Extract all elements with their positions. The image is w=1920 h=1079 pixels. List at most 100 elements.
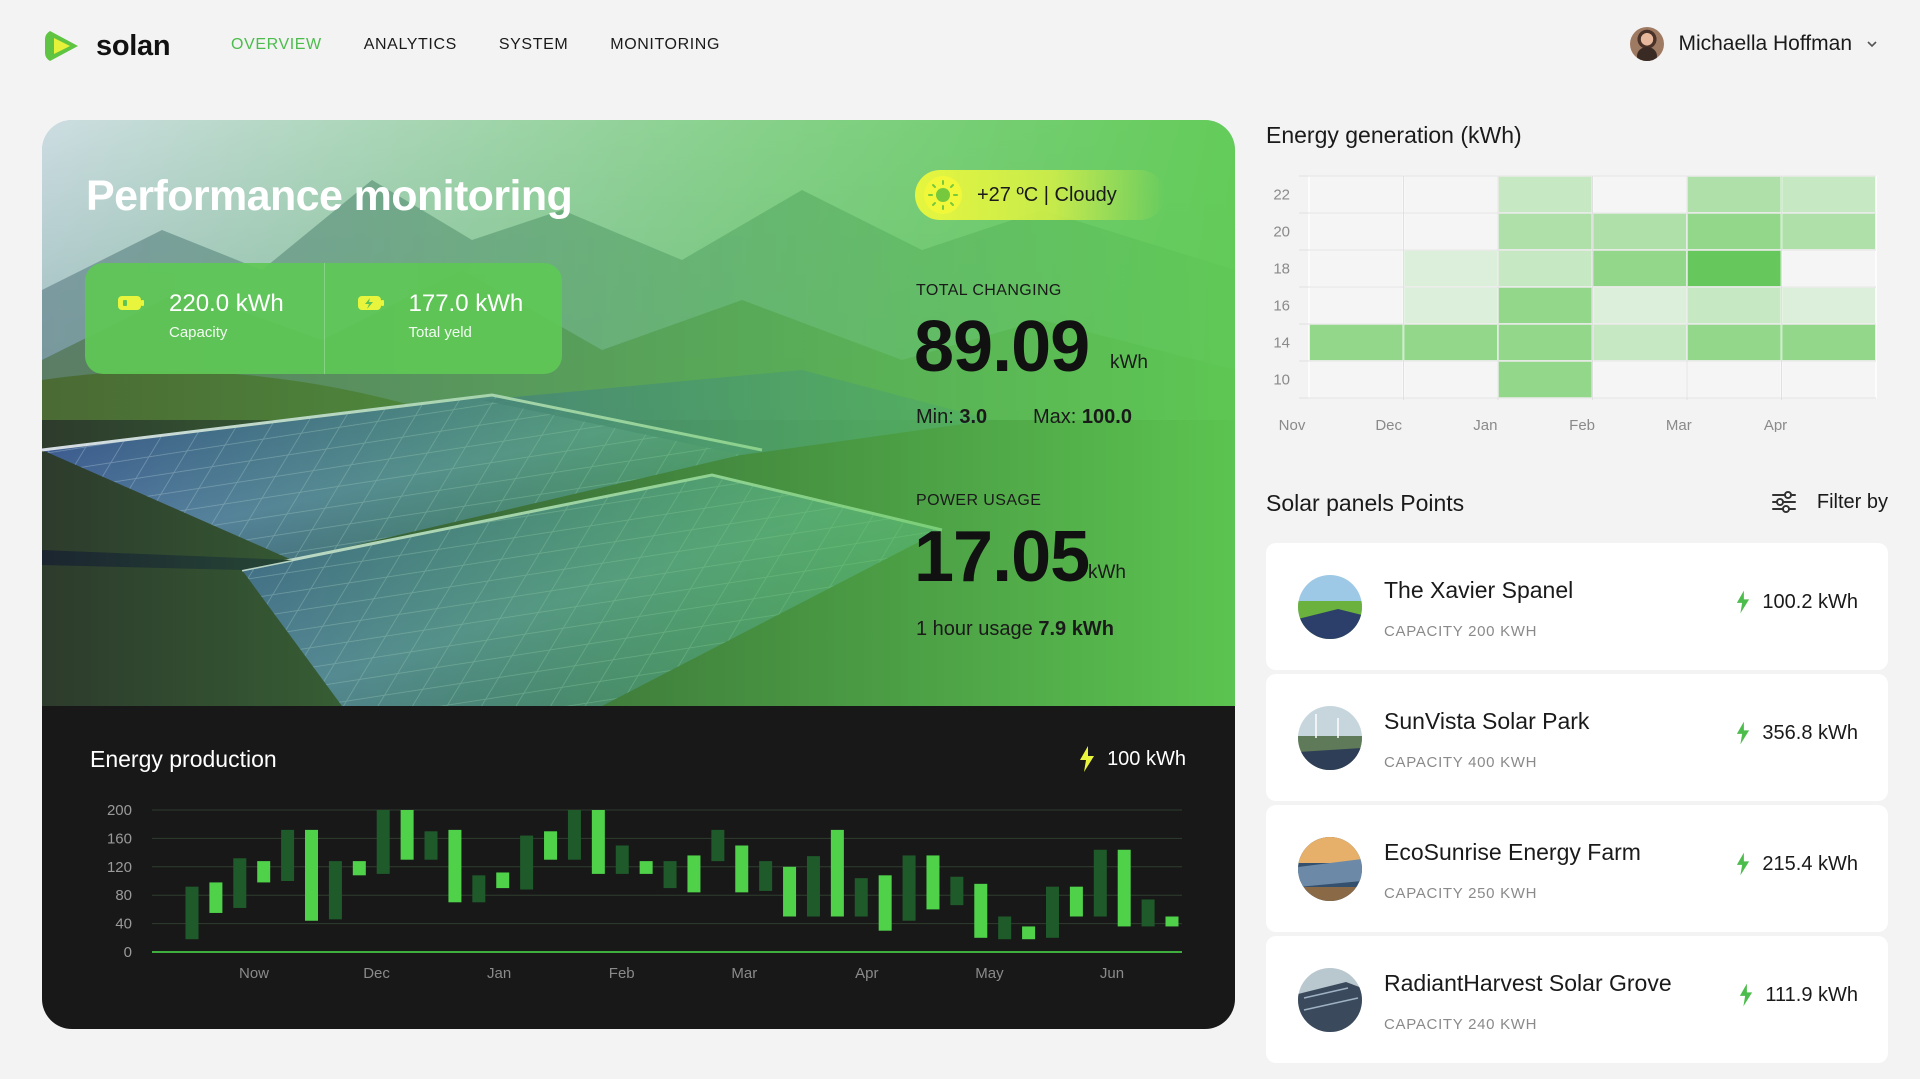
production-bar [806, 856, 820, 917]
heatmap-cell [1402, 360, 1499, 399]
x-tick-label: Apr [855, 965, 878, 982]
total-changing-label: TOTAL CHANGING [916, 282, 1062, 299]
production-bar [639, 861, 653, 874]
production-bar [567, 810, 581, 860]
solar-panels-list: The Xavier Spanel CAPACITY 200 KWH 100.2… [1266, 543, 1888, 1067]
list-item[interactable]: SunVista Solar Park CAPACITY 400 KWH 356… [1266, 674, 1888, 801]
heatmap-cell [1780, 360, 1877, 399]
nav-analytics[interactable]: ANALYTICS [364, 36, 457, 54]
capacity-stats: 220.0 kWh Capacity 177.0 kWh Total yeld [85, 263, 562, 374]
y-tick-label: 16 [1273, 298, 1290, 315]
production-bar [424, 831, 438, 860]
production-bar [233, 858, 247, 908]
heatmap-cell [1686, 323, 1783, 362]
heatmap-cell [1308, 175, 1405, 214]
hour-usage-value: 7.9 kWh [1038, 618, 1114, 640]
avatar [1630, 27, 1665, 61]
x-tick-label: Jun [1100, 965, 1124, 982]
min-number: 3.0 [959, 406, 988, 428]
heatmap-cell [1591, 360, 1688, 399]
production-bar [1069, 886, 1083, 917]
heatmap-cell [1591, 249, 1688, 288]
panel-output: 356.8 kWh [1736, 720, 1858, 746]
panel-name: EcoSunrise Energy Farm [1384, 839, 1641, 865]
heatmap-cell [1402, 212, 1499, 251]
heatmap-cell [1780, 286, 1877, 325]
lightning-icon [1737, 852, 1750, 876]
list-item[interactable]: EcoSunrise Energy Farm CAPACITY 250 KWH … [1266, 805, 1888, 932]
heatmap-cell [1591, 286, 1688, 325]
capacity-stat: 220.0 kWh Capacity [85, 263, 324, 374]
nav-monitoring[interactable]: MONITORING [610, 36, 720, 54]
nav-system[interactable]: SYSTEM [499, 36, 568, 54]
production-bar [544, 831, 558, 860]
lightning-icon [1737, 721, 1750, 745]
x-tick-label: Feb [609, 965, 635, 982]
panel-thumbnail [1298, 837, 1362, 901]
heatmap-cell [1686, 286, 1783, 325]
y-tick-label: 18 [1273, 261, 1290, 278]
energy-production-chart: 200 160 120 80 40 0 Now Dec Jan Feb Mar Apr May Jun [107, 802, 1182, 982]
y-tick-label: 40 [115, 916, 132, 933]
production-bar [878, 875, 892, 931]
production-bar [1045, 886, 1059, 938]
max-value: Max: 100.0 [1033, 406, 1132, 429]
production-bar [998, 916, 1012, 940]
panel-capacity: CAPACITY 240 KWH [1384, 1016, 1538, 1033]
heatmap-cell [1497, 323, 1594, 362]
capacity-label: Capacity [169, 324, 228, 341]
production-badge-value: 100 kWh [1107, 747, 1186, 770]
x-tick-label: Feb [1569, 417, 1595, 432]
hour-usage: 1 hour usage 7.9 kWh [916, 618, 1114, 641]
energy-production-card: Energy production 100 kWh 200 160 120 80 40 0… [42, 706, 1235, 1029]
panel-output: 215.4 kWh [1736, 851, 1858, 877]
user-menu[interactable]: Michaella Hoffman [1630, 27, 1878, 61]
x-tick-label: Jan [1473, 417, 1497, 432]
list-item[interactable]: The Xavier Spanel CAPACITY 200 KWH 100.2… [1266, 543, 1888, 670]
min-label: Min: [916, 406, 954, 428]
heatmap-cell [1497, 175, 1594, 214]
heatmap-cell [1497, 249, 1594, 288]
y-tick-label: 80 [115, 887, 132, 904]
production-bar [400, 810, 414, 860]
main-nav: OVERVIEW ANALYTICS SYSTEM MONITORING [231, 36, 720, 54]
production-bar [759, 861, 773, 891]
energy-generation-heatmap: 22 20 18 16 14 10 Nov Dec Jan Feb Mar Apr [1273, 175, 1877, 432]
heatmap-cell [1402, 249, 1499, 288]
heatmap-cell [1591, 212, 1688, 251]
nav-overview[interactable]: OVERVIEW [231, 36, 322, 54]
panel-capacity: CAPACITY 400 KWH [1384, 754, 1538, 771]
filter-button[interactable]: Filter by [1771, 490, 1888, 514]
production-bar [209, 882, 223, 913]
panel-capacity: CAPACITY 250 KWH [1384, 885, 1538, 902]
page-title: Performance monitoring [86, 172, 573, 220]
max-label: Max: [1033, 406, 1077, 428]
performance-card: Performance monitoring 220.0 kWh Capacit… [42, 120, 1235, 706]
production-bar [615, 845, 629, 874]
heatmap-cell [1308, 323, 1405, 362]
heatmap-cell [1780, 212, 1877, 251]
x-tick-label: Jan [487, 965, 511, 982]
y-tick-label: 20 [1273, 224, 1290, 241]
hour-usage-label: 1 hour usage [916, 618, 1033, 640]
filter-label: Filter by [1816, 490, 1888, 513]
heatmap-cell [1780, 249, 1877, 288]
heatmap-cell [1497, 286, 1594, 325]
lightning-icon [1740, 983, 1753, 1007]
sun-icon [924, 176, 962, 214]
list-item[interactable]: RadiantHarvest Solar Grove CAPACITY 240 … [1266, 936, 1888, 1063]
production-bar [926, 855, 940, 910]
min-value: Min: 3.0 [916, 406, 987, 429]
heatmap-cell [1308, 360, 1405, 399]
production-bar [591, 810, 605, 874]
production-bar [950, 876, 964, 906]
power-usage-label: POWER USAGE [916, 492, 1042, 509]
panel-thumbnail [1298, 968, 1362, 1032]
brand-logo[interactable]: solan [42, 28, 171, 64]
chevron-down-icon [1867, 41, 1877, 48]
panel-output-value: 100.2 kWh [1762, 590, 1858, 613]
panel-thumbnail [1298, 575, 1362, 639]
capacity-value: 220.0 kWh [169, 290, 284, 317]
production-bar [257, 861, 271, 883]
panel-name: The Xavier Spanel [1384, 577, 1574, 603]
